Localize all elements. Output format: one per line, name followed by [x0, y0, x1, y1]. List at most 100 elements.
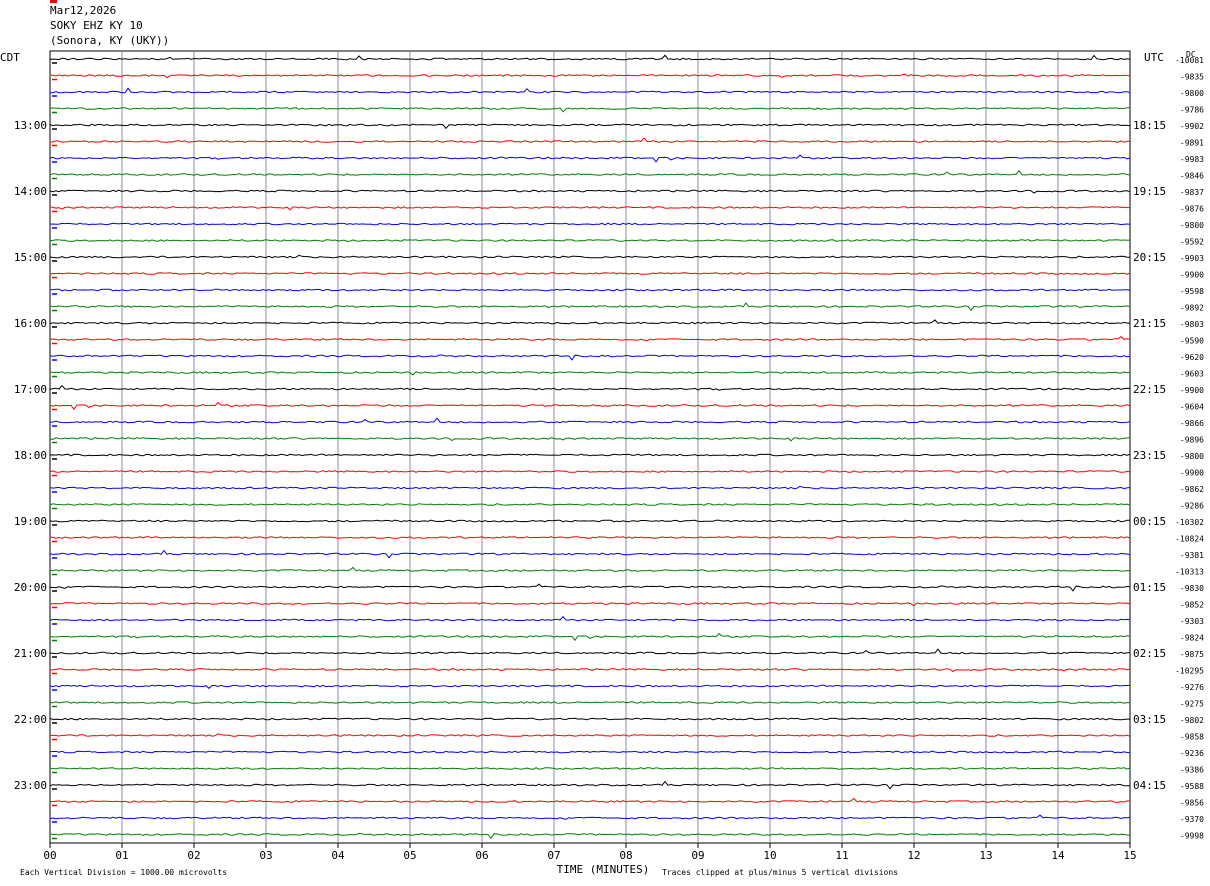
left-hour-label: 21:00	[14, 647, 47, 660]
dc-offset-label: -9900	[1180, 386, 1204, 395]
plot-frame	[49, 50, 1131, 844]
dc-offset-label: -9604	[1180, 403, 1204, 412]
dc-offset-label: -9800	[1180, 221, 1204, 230]
footer-right-note: Traces clipped at plus/minus 5 vertical …	[662, 868, 898, 877]
seismic-trace	[49, 797, 1130, 803]
x-tick-label: 13	[979, 849, 992, 862]
dc-offset-label: -9590	[1180, 337, 1204, 346]
left-hour-label: 15:00	[14, 251, 47, 264]
seismic-trace	[49, 583, 1131, 592]
x-tick-label: 11	[835, 849, 848, 862]
dc-offset-label: -9803	[1180, 320, 1204, 329]
dc-offset-label: -9866	[1180, 419, 1204, 428]
seismic-trace	[49, 668, 1131, 673]
dc-offset-label: -9856	[1180, 799, 1204, 808]
dc-offset-label: -9858	[1180, 733, 1204, 742]
seismic-trace	[49, 566, 1131, 572]
dc-offset-label: -9830	[1180, 584, 1204, 593]
right-hour-label: 01:15	[1133, 581, 1166, 594]
dc-offset-label: -9800	[1180, 89, 1204, 98]
seismic-trace	[49, 470, 1131, 473]
left-hour-label: 14:00	[14, 185, 47, 198]
dc-offset-label: -9983	[1180, 155, 1204, 164]
seismic-trace	[49, 222, 1131, 226]
seismic-trace	[49, 354, 1131, 361]
dc-offset-label: -9824	[1180, 634, 1204, 643]
left-hour-label: 17:00	[14, 383, 47, 396]
seismic-trace	[49, 336, 1131, 342]
seismic-trace	[49, 750, 1131, 754]
left-hour-label: 19:00	[14, 515, 47, 528]
dc-offset-label: -9381	[1180, 551, 1204, 560]
seismic-trace	[49, 371, 1131, 376]
seismic-trace	[49, 123, 1131, 130]
dc-offset-label: -9852	[1180, 601, 1204, 610]
seismic-trace	[49, 648, 1131, 655]
dc-offset-label: -9370	[1180, 815, 1204, 824]
dc-offset-label: -9900	[1180, 271, 1204, 280]
seismic-trace	[49, 437, 1131, 442]
x-tick-label: 10	[763, 849, 776, 862]
seismic-trace	[49, 189, 1131, 194]
seismic-trace	[49, 107, 1130, 113]
seismic-trace	[49, 417, 1131, 424]
dc-offset-label: -10313	[1175, 568, 1204, 577]
left-timezone-label: CDT	[0, 51, 20, 64]
right-hour-label: 18:15	[1133, 119, 1166, 132]
dc-offset-label: -9236	[1180, 749, 1204, 758]
dc-offset-label: -9902	[1180, 122, 1204, 131]
dc-offset-label: -9896	[1180, 436, 1204, 445]
seismic-trace	[49, 272, 1131, 275]
seismic-trace	[49, 137, 1131, 143]
dc-offset-label: -9835	[1180, 73, 1204, 82]
seismic-trace	[49, 814, 1131, 820]
seismic-trace	[49, 503, 1131, 506]
x-tick-label: 08	[619, 849, 632, 862]
x-tick-label: 12	[907, 849, 920, 862]
seismic-trace	[49, 319, 1131, 325]
dc-column-label: DC	[1186, 50, 1196, 59]
left-hour-label: 18:00	[14, 449, 47, 462]
x-tick-label: 00	[43, 849, 56, 862]
right-hour-label: 00:15	[1133, 515, 1166, 528]
dc-offset-label: -9998	[1180, 832, 1204, 841]
dc-offset-label: -9800	[1180, 452, 1204, 461]
seismic-trace	[49, 239, 1131, 242]
dc-offset-label: -9275	[1180, 700, 1204, 709]
seismic-trace	[49, 615, 1131, 622]
dc-offset-label: -10302	[1175, 518, 1204, 527]
seismic-trace	[49, 154, 1131, 163]
seismic-trace	[49, 519, 1130, 523]
left-hour-label: 22:00	[14, 713, 47, 726]
seismic-trace	[49, 384, 1131, 391]
dc-offset-label: -9303	[1180, 617, 1204, 626]
seismic-trace	[49, 254, 1131, 259]
seismic-trace	[49, 73, 1131, 79]
x-tick-label: 14	[1051, 849, 1065, 862]
x-tick-label: 05	[403, 849, 416, 862]
x-tick-label: 07	[547, 849, 560, 862]
right-hour-label: 02:15	[1133, 647, 1166, 660]
x-tick-label: 02	[187, 849, 200, 862]
seismogram-plot: -10081-9835-9800-9786-9902-9891-9983-984…	[0, 50, 1204, 877]
dc-offset-label: -9786	[1180, 106, 1204, 115]
x-tick-label: 03	[259, 849, 272, 862]
seismic-trace	[49, 832, 1131, 840]
left-hour-label: 13:00	[14, 119, 47, 132]
left-hour-label: 20:00	[14, 581, 47, 594]
x-tick-label: 09	[691, 849, 704, 862]
footer-left-note: Each Vertical Division = 1000.00 microvo…	[20, 868, 227, 877]
dc-offset-label: -9903	[1180, 254, 1204, 263]
dc-offset-label: -9620	[1180, 353, 1204, 362]
dc-offset-label: -9592	[1180, 238, 1204, 247]
seismic-trace	[49, 288, 1131, 292]
right-timezone-label: UTC	[1144, 51, 1164, 64]
dc-offset-label: -9876	[1180, 205, 1204, 214]
seismic-trace	[49, 780, 1131, 790]
right-hour-label: 21:15	[1133, 317, 1166, 330]
dc-offset-label: -10824	[1175, 535, 1204, 544]
x-axis-label: TIME (MINUTES)	[557, 863, 650, 876]
dc-offset-label: -9875	[1180, 650, 1204, 659]
x-tick-label: 01	[115, 849, 128, 862]
left-hour-label: 16:00	[14, 317, 47, 330]
